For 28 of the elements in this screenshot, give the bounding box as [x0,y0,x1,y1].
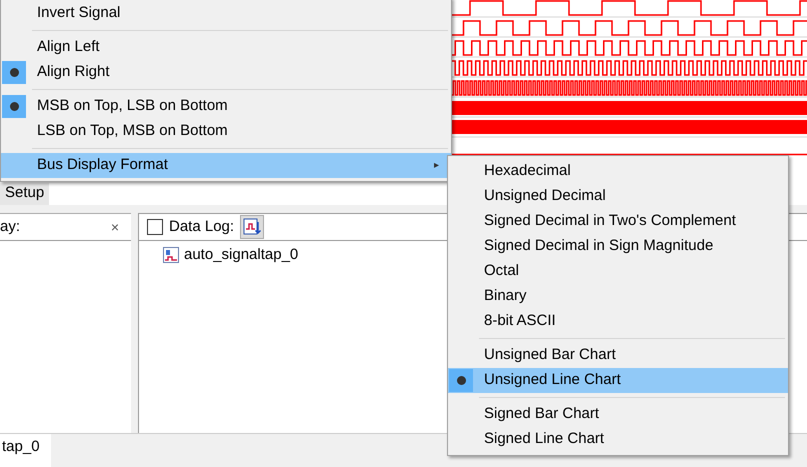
menu-item[interactable]: Signed Line Chart [448,427,788,452]
panel-title: ay: [0,216,20,237]
data-log-checkbox[interactable] [147,219,163,235]
menu-item[interactable]: Signed Decimal in Two's Complement [448,209,788,234]
menu-item[interactable]: LSB on Top, MSB on Bottom [1,119,451,144]
waveform-icon [243,218,262,236]
data-log-label: Data Log: [169,216,234,237]
menu-item[interactable]: Invert Signal [1,1,451,26]
menu-item[interactable]: MSB on Top, LSB on Bottom [1,94,451,119]
tab[interactable]: Setup [0,183,50,205]
menu-item[interactable]: Signed Bar Chart [448,402,788,427]
menu-item[interactable]: Bus Display Format ▸ [1,153,451,178]
submenu-arrow-icon: ▸ [434,158,439,173]
close-button[interactable]: × [110,216,119,238]
menu-item[interactable]: Unsigned Decimal [448,184,788,209]
menu-item[interactable]: Align Left [1,35,451,60]
menu-item[interactable]: Signed Decimal in Sign Magnitude [448,234,788,259]
menu-item[interactable]: 8-bit ASCII [448,309,788,334]
menu-item[interactable]: Unsigned Line Chart [448,368,788,393]
tab[interactable]: tap_0 [0,434,51,467]
menu-item[interactable]: Binary [448,284,788,309]
menu-item[interactable]: Align Right [1,60,451,85]
tree-item[interactable]: auto_signaltap_0 [163,245,298,265]
data-log-button[interactable] [240,215,264,239]
menu-item[interactable]: Octal [448,259,788,284]
signal-icon [163,247,179,263]
menu-item[interactable]: Hexadecimal [448,159,788,184]
menu-item[interactable]: Unsigned Bar Chart [448,343,788,368]
